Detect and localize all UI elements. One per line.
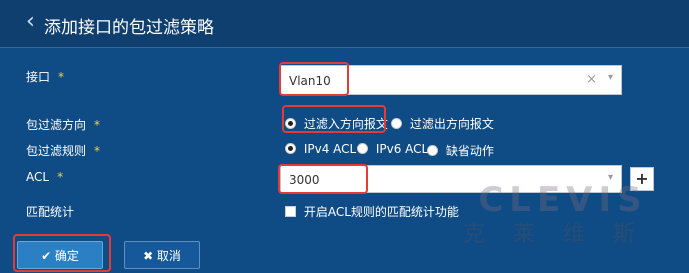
- radio-icon[interactable]: [357, 143, 368, 154]
- watermark-cn: 克莱维斯: [462, 222, 663, 247]
- radio-option-default[interactable]: 缺省动作: [427, 142, 494, 159]
- radio-label: 过滤出方向报文: [409, 117, 494, 131]
- radio-icon[interactable]: [391, 118, 402, 129]
- rule-label: 包过滤规则 *: [26, 142, 100, 159]
- radio-icon[interactable]: [427, 145, 438, 156]
- radio-label: IPv4 ACL: [303, 142, 357, 156]
- highlight-acl: [278, 164, 368, 194]
- chevron-left-icon[interactable]: ‹: [26, 11, 35, 33]
- radio-option-outbound[interactable]: 过滤出方向报文: [391, 115, 494, 132]
- required-mark: *: [57, 170, 64, 184]
- checkbox-label: 开启ACL规则的匹配统计功能: [303, 205, 459, 219]
- stats-checkbox-row[interactable]: 开启ACL规则的匹配统计功能: [285, 203, 459, 220]
- watermark-en: CLEVIS: [478, 180, 648, 220]
- dialog-header: ‹ 添加接口的包过滤策略: [0, 0, 689, 48]
- highlight-confirm: [13, 234, 111, 272]
- acl-label: ACL *: [26, 170, 63, 184]
- watermark-logo: CLEVIS 克莱维斯: [448, 180, 678, 248]
- required-mark: *: [94, 118, 101, 132]
- required-mark: *: [94, 144, 101, 158]
- chevron-down-icon[interactable]: ▾: [608, 72, 613, 83]
- interface-label-text: 接口: [26, 70, 51, 84]
- highlight-interface: [279, 62, 349, 96]
- radio-label: 缺省动作: [445, 144, 494, 158]
- checkbox-icon[interactable]: [285, 206, 296, 217]
- stats-label: 匹配统计: [26, 205, 75, 219]
- cancel-button[interactable]: ✖ 取消: [124, 241, 200, 269]
- radio-option-ipv6[interactable]: IPv6 ACL: [357, 142, 428, 156]
- required-mark: *: [58, 70, 65, 84]
- rule-label-text: 包过滤规则: [26, 144, 87, 158]
- radio-label: IPv6 ACL: [375, 142, 429, 156]
- direction-label-text: 包过滤方向: [26, 118, 87, 132]
- acl-label-text: ACL: [26, 170, 50, 184]
- radio-icon[interactable]: [285, 143, 296, 154]
- page-title: 添加接口的包过滤策略: [44, 18, 214, 38]
- interface-label: 接口 *: [26, 68, 64, 85]
- clear-icon[interactable]: ×: [586, 72, 597, 87]
- radio-option-ipv4[interactable]: IPv4 ACL: [285, 142, 356, 156]
- highlight-direction: [282, 105, 386, 133]
- direction-label: 包过滤方向 *: [26, 116, 100, 133]
